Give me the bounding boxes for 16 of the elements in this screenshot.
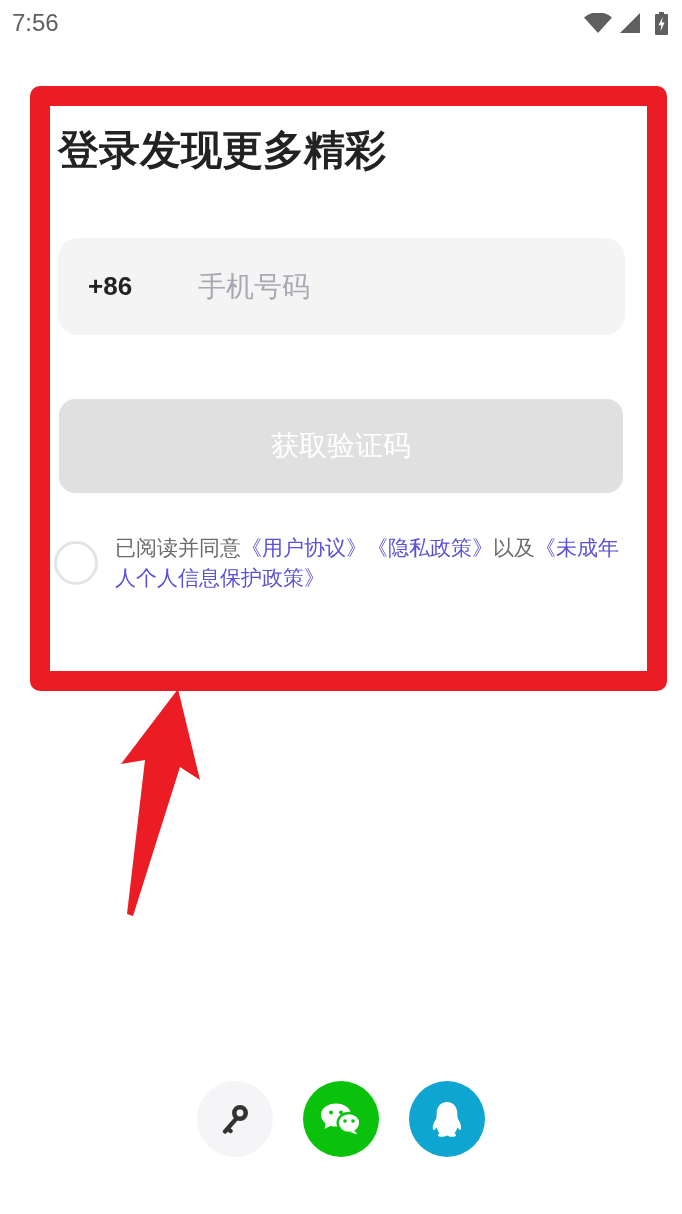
country-code[interactable]: +86 [88,271,198,302]
signal-icon [620,13,640,33]
policy-link[interactable]: 《隐私政策》 [367,536,493,559]
penguin-icon [431,1101,463,1137]
agreement-checkbox[interactable] [54,541,98,585]
page-title: 登录发现更多精彩 [58,126,387,175]
policy-link[interactable]: 《用户协议》 [241,536,367,559]
wifi-icon [584,13,612,33]
policy-link[interactable]: 《未成年 [535,536,619,559]
chat-bubbles-icon [320,1103,362,1135]
battery-icon [655,11,668,35]
policy-link[interactable]: 人个人信息保护政策》 [115,566,325,589]
agreement-text: 已阅读并同意《用户协议》《隐私政策》以及《未成年 人个人信息保护政策》 [115,535,620,591]
phone-field[interactable]: +86 手机号码 [58,238,625,335]
key-icon [222,1104,248,1134]
status-time: 7:56 [12,9,59,37]
